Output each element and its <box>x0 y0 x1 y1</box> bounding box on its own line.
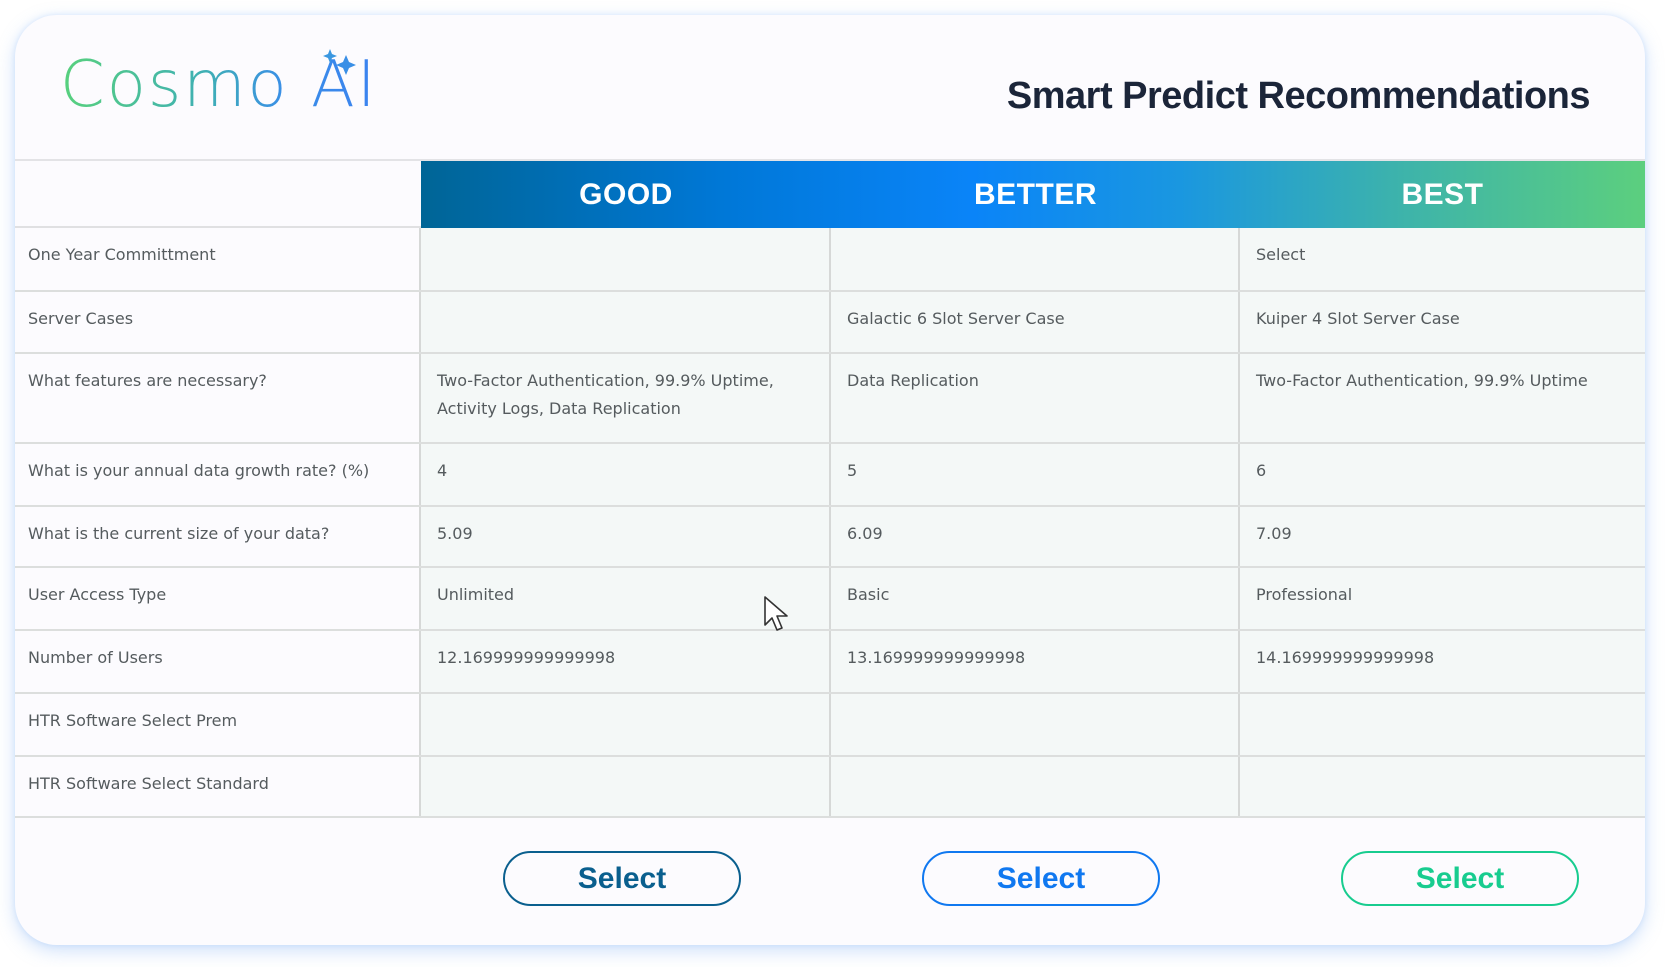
table-row: What is your annual data growth rate? (%… <box>15 444 1645 507</box>
recommendations-card: Cosmo AI Smart Predict Recommendations G… <box>15 15 1645 945</box>
better-cell: 13.169999999999998 <box>831 631 1240 692</box>
best-cell: 7.09 <box>1240 507 1645 566</box>
header-blank-cell <box>15 161 421 228</box>
best-cell: Two-Factor Authentication, 99.9% Uptime <box>1240 354 1645 442</box>
table-row: HTR Software Select Prem <box>15 694 1645 757</box>
tier-header-better: BETTER <box>974 177 1097 211</box>
best-cell: 6 <box>1240 444 1645 505</box>
comparison-table: GOOD BETTER BEST One Year Committment Se… <box>15 159 1645 818</box>
select-best-button[interactable]: Select <box>1341 851 1579 906</box>
best-cell: Kuiper 4 Slot Server Case <box>1240 292 1645 352</box>
tier-header-good: GOOD <box>579 177 673 211</box>
page-title: Smart Predict Recommendations <box>1006 75 1591 117</box>
table-row: One Year Committment Select <box>15 228 1645 292</box>
good-cell: 4 <box>421 444 831 505</box>
good-cell <box>421 228 831 290</box>
good-cell: 12.169999999999998 <box>421 631 831 692</box>
best-cell <box>1240 757 1645 816</box>
cosmo-ai-logo: Cosmo AI <box>60 45 378 125</box>
table-row: What is the current size of your data? 5… <box>15 507 1645 568</box>
better-cell: Data Replication <box>831 354 1240 442</box>
good-cell <box>421 694 831 755</box>
better-cell <box>831 694 1240 755</box>
table-row: User Access Type Unlimited Basic Profess… <box>15 568 1645 631</box>
good-cell: 5.09 <box>421 507 831 566</box>
good-cell <box>421 292 831 352</box>
row-label: What is your annual data growth rate? (%… <box>15 444 421 505</box>
table-row: HTR Software Select Standard <box>15 757 1645 818</box>
row-label: What features are necessary? <box>15 354 421 442</box>
row-label: Number of Users <box>15 631 421 692</box>
table-row: What features are necessary? Two-Factor … <box>15 354 1645 444</box>
select-good-button[interactable]: Select <box>503 851 741 906</box>
table-row: Number of Users 12.169999999999998 13.16… <box>15 631 1645 694</box>
row-label: User Access Type <box>15 568 421 629</box>
row-label: Server Cases <box>15 292 421 352</box>
tier-header-bar: GOOD BETTER BEST <box>421 161 1645 228</box>
best-cell: Select <box>1240 228 1645 290</box>
best-cell: Professional <box>1240 568 1645 629</box>
best-cell: 14.169999999999998 <box>1240 631 1645 692</box>
better-cell: Galactic 6 Slot Server Case <box>831 292 1240 352</box>
row-label: HTR Software Select Standard <box>15 757 421 816</box>
better-cell <box>831 757 1240 816</box>
better-cell <box>831 228 1240 290</box>
table-header-row: GOOD BETTER BEST <box>15 159 1645 228</box>
better-cell: Basic <box>831 568 1240 629</box>
table-row: Server Cases Galactic 6 Slot Server Case… <box>15 292 1645 354</box>
row-label: One Year Committment <box>15 228 421 290</box>
sparkle-icon <box>323 49 356 75</box>
row-label: HTR Software Select Prem <box>15 694 421 755</box>
best-cell <box>1240 694 1645 755</box>
mouse-cursor-icon <box>764 596 788 631</box>
good-cell: Two-Factor Authentication, 99.9% Uptime,… <box>421 354 831 442</box>
better-cell: 6.09 <box>831 507 1240 566</box>
tier-header-best: BEST <box>1401 177 1484 211</box>
better-cell: 5 <box>831 444 1240 505</box>
good-cell <box>421 757 831 816</box>
select-better-button[interactable]: Select <box>922 851 1160 906</box>
row-label: What is the current size of your data? <box>15 507 421 566</box>
